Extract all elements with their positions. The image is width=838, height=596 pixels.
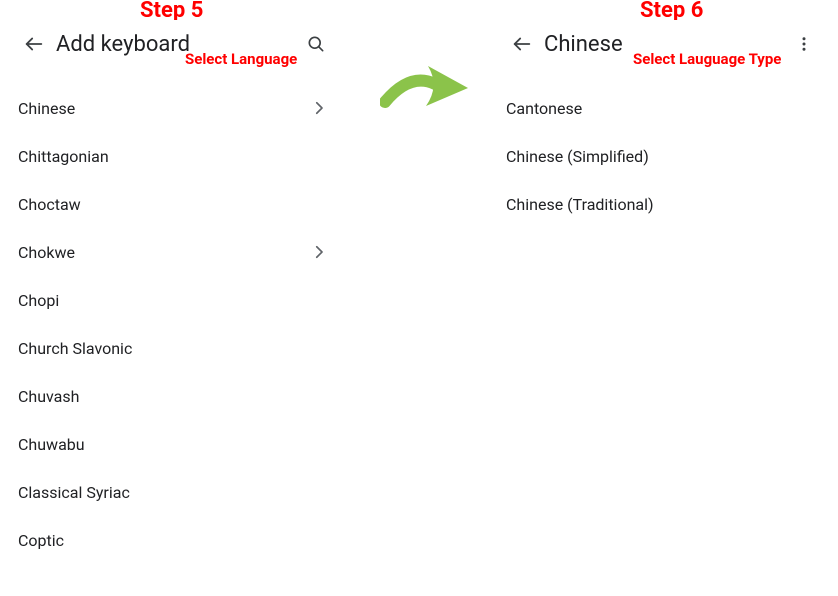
list-item[interactable]: Chinese (Traditional) <box>498 180 828 228</box>
list-item[interactable]: Chuwabu <box>10 420 340 468</box>
chevron-container <box>310 243 328 261</box>
chevron-right-icon <box>310 99 328 117</box>
list-item-label: Chinese <box>18 99 310 118</box>
arrow-right-icon <box>380 62 470 120</box>
list-item[interactable]: Classical Syriac <box>10 468 340 516</box>
list-item-label: Chuwabu <box>18 435 328 454</box>
chevron-container <box>310 99 328 117</box>
header-right: Chinese Select Lauguage Type <box>498 20 828 68</box>
search-button[interactable] <box>296 24 336 64</box>
list-item[interactable]: Chuvash <box>10 372 340 420</box>
list-item-label: Chittagonian <box>18 147 328 166</box>
panel-add-keyboard: Add keyboard Select Language Chinese Chit… <box>10 20 340 580</box>
list-item-label: Chopi <box>18 291 328 310</box>
list-item[interactable]: Church Slavonic <box>10 324 340 372</box>
page-title: Add keyboard <box>56 32 190 57</box>
list-item[interactable]: Coptic <box>10 516 340 564</box>
annotation-select-language: Select Language <box>185 50 297 68</box>
more-vert-icon <box>795 35 813 53</box>
list-item-label: Coptic <box>18 531 328 550</box>
list-item[interactable]: Choctaw <box>10 180 340 228</box>
page-title: Chinese <box>544 32 623 57</box>
list-item[interactable]: Chittagonian <box>10 132 340 180</box>
list-item-label: Choctaw <box>18 195 328 214</box>
list-item[interactable]: Chinese (Simplified) <box>498 132 828 180</box>
arrow-left-icon <box>23 33 45 55</box>
language-list: Chinese Chittagonian Choctaw Chokwe Chopi Chu… <box>10 68 340 564</box>
list-item-label: Chokwe <box>18 243 310 262</box>
list-item-label: Classical Syriac <box>18 483 328 502</box>
search-icon <box>306 34 326 54</box>
list-item[interactable]: Cantonese <box>498 84 828 132</box>
panel-chinese: Chinese Select Lauguage Type Cantonese Ch… <box>498 20 828 580</box>
back-button[interactable] <box>502 24 542 64</box>
list-item-label: Cantonese <box>506 99 816 118</box>
list-item[interactable]: Chinese <box>10 84 340 132</box>
list-item-label: Church Slavonic <box>18 339 328 358</box>
list-item-label: Chinese (Traditional) <box>506 195 816 214</box>
list-item[interactable]: Chopi <box>10 276 340 324</box>
arrow-left-icon <box>511 33 533 55</box>
list-item-label: Chuvash <box>18 387 328 406</box>
header-left: Add keyboard Select Language <box>10 20 340 68</box>
back-button[interactable] <box>14 24 54 64</box>
overflow-menu-button[interactable] <box>784 24 824 64</box>
list-item-label: Chinese (Simplified) <box>506 147 816 166</box>
language-type-list: Cantonese Chinese (Simplified) Chinese (Tr… <box>498 68 828 228</box>
annotation-select-language-type: Select Lauguage Type <box>633 50 781 68</box>
chevron-right-icon <box>310 243 328 261</box>
list-item[interactable]: Chokwe <box>10 228 340 276</box>
tutorial-arrow <box>380 62 470 120</box>
